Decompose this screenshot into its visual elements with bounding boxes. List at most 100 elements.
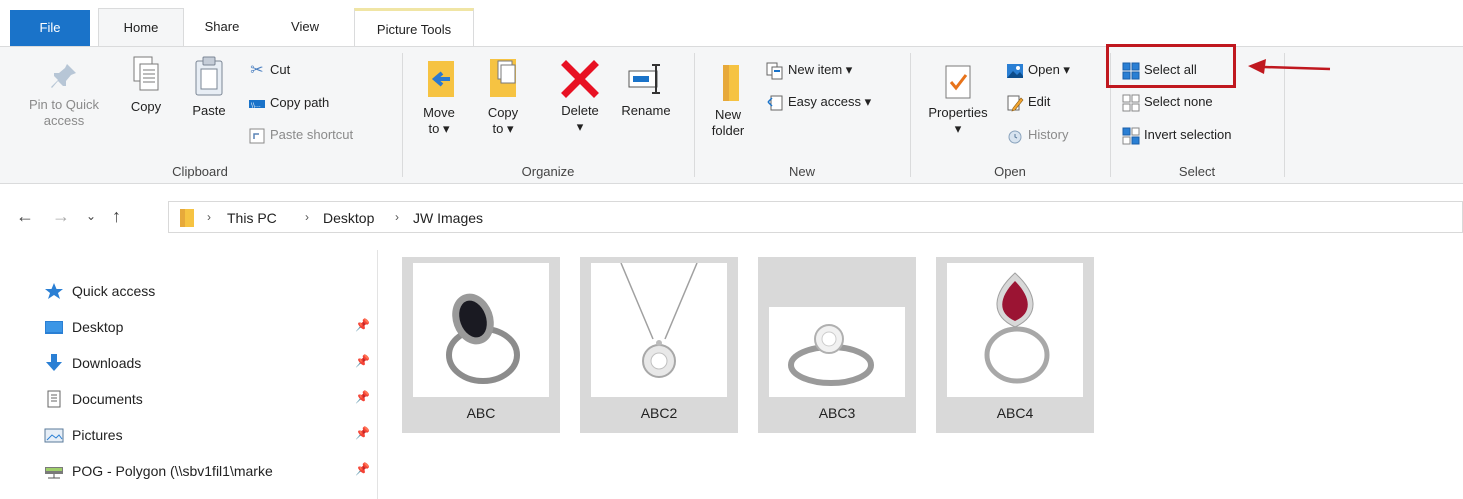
open-label: Open ▾ <box>1028 62 1070 77</box>
history-clock-icon <box>1008 130 1022 144</box>
clipboard-group: Pin to Quick access Copy Paste ✂Cut \\. <box>0 47 400 183</box>
pinned-icon[interactable]: 📌 <box>355 462 370 476</box>
paste-shortcut-button[interactable]: Paste shortcut <box>248 124 353 146</box>
new-group: New folder New item ▾ Easy access ▾ New <box>696 47 908 183</box>
breadcrumb-desktop[interactable]: Desktop <box>323 210 374 226</box>
tab-home[interactable]: Home <box>98 8 184 47</box>
edit-label: Edit <box>1028 94 1051 109</box>
move-to-button[interactable]: Move to ▾ <box>414 57 464 137</box>
edit-button[interactable]: Edit <box>1006 91 1050 113</box>
rename-icon <box>628 64 660 94</box>
copy-to-icon <box>490 59 516 97</box>
easy-access-button[interactable]: Easy access ▾ <box>766 91 871 113</box>
new-folder-label-2: folder <box>711 123 745 138</box>
group-divider <box>694 53 695 177</box>
file-tile[interactable]: ABC <box>402 257 560 433</box>
pinned-icon[interactable]: 📌 <box>355 426 370 440</box>
open-button[interactable]: Open ▾ <box>1006 59 1070 81</box>
sidebar-item-label: Desktop <box>72 319 124 335</box>
navigation-bar: ← → ⌄ ↑ › This PC › Desktop › JW Images <box>0 196 1463 236</box>
new-folder-icon <box>723 65 739 101</box>
annotation-arrow-icon <box>1248 59 1331 74</box>
thumbnail-image <box>769 307 905 397</box>
breadcrumb-separator-icon: › <box>395 210 399 224</box>
select-none-button[interactable]: Select none <box>1122 91 1213 113</box>
copy-button[interactable]: Copy <box>124 55 168 115</box>
tab-view[interactable]: View <box>268 8 342 46</box>
breadcrumb-this-pc[interactable]: This PC <box>227 210 277 226</box>
copy-to-label-1: Copy <box>487 105 519 120</box>
file-tile[interactable]: ABC4 <box>936 257 1094 433</box>
pinned-icon[interactable]: 📌 <box>355 390 370 404</box>
rename-button[interactable]: Rename <box>614 59 678 119</box>
file-tile[interactable]: ABC2 <box>580 257 738 433</box>
move-to-label-1: Move <box>423 105 455 120</box>
address-bar[interactable]: › This PC › Desktop › JW Images <box>168 201 1463 233</box>
copy-label: Copy <box>130 99 162 114</box>
move-to-label-2: to ▾ <box>428 121 450 136</box>
pinned-icon[interactable]: 📌 <box>355 354 370 368</box>
delete-x-icon <box>561 60 599 98</box>
open-group-label: Open <box>994 164 1026 179</box>
tab-share[interactable]: Share <box>188 8 256 46</box>
ring-diamond-icon <box>788 324 874 386</box>
navigation-pane: Quick access Desktop Downloads Documents… <box>0 250 378 499</box>
copy-path-icon: \\... <box>249 99 265 109</box>
tab-picture-tools[interactable]: Picture Tools <box>354 8 474 46</box>
new-group-label: New <box>788 164 815 179</box>
sidebar-item-label: Pictures <box>72 427 123 443</box>
breadcrumb-jw-images[interactable]: JW Images <box>413 210 483 226</box>
up-arrow-icon[interactable]: ↑ <box>112 206 121 226</box>
thumbnail-image <box>947 263 1083 397</box>
new-folder-button[interactable]: New folder <box>702 61 754 139</box>
history-button[interactable]: History <box>1006 124 1068 146</box>
new-item-button[interactable]: New item ▾ <box>766 59 852 81</box>
properties-checkmark-icon <box>945 65 971 99</box>
pin-icon <box>51 64 76 88</box>
breadcrumb-separator-icon: › <box>305 210 309 224</box>
invert-selection-icon <box>1122 127 1140 145</box>
copy-path-button[interactable]: \\... Copy path <box>248 92 329 114</box>
tab-file[interactable]: File <box>10 10 90 46</box>
ring-black-gem-icon <box>446 293 520 384</box>
paste-shortcut-icon <box>249 128 265 144</box>
desktop-icon <box>45 321 63 334</box>
back-arrow-icon[interactable]: ← <box>16 206 34 226</box>
delete-button[interactable]: Delete ▾ <box>552 59 608 135</box>
forward-arrow-icon[interactable]: → <box>52 206 70 226</box>
paste-icon <box>195 56 223 96</box>
svg-text:\\...: \\... <box>251 102 261 109</box>
invert-selection-label: Invert selection <box>1144 127 1232 142</box>
file-name: ABC4 <box>996 405 1034 421</box>
copy-to-label-2: to ▾ <box>492 121 514 136</box>
copy-icon <box>133 56 159 91</box>
properties-button[interactable]: Properties ▾ <box>916 63 1000 137</box>
select-none-icon <box>1122 94 1140 112</box>
file-tile[interactable]: ABC3 <box>758 257 916 433</box>
delete-dropdown-arrow: ▾ <box>576 119 584 134</box>
recent-locations-chevron-icon[interactable]: ⌄ <box>86 206 96 226</box>
ribbon-tabs: File Home Share View Picture Tools <box>0 0 1463 47</box>
easy-access-icon <box>767 95 783 111</box>
select-group-label: Select <box>1178 164 1216 179</box>
pin-to-quick-access-button[interactable]: Pin to Quick access <box>14 59 114 129</box>
star-icon <box>45 283 63 299</box>
paste-button[interactable]: Paste <box>183 55 235 119</box>
folder-icon <box>180 209 194 227</box>
pinned-icon[interactable]: 📌 <box>355 318 370 332</box>
breadcrumb-separator-icon: › <box>207 210 211 224</box>
file-name: ABC3 <box>818 405 856 421</box>
copy-to-button[interactable]: Copy to ▾ <box>480 55 526 137</box>
properties-label: Properties <box>928 105 988 120</box>
clipboard-group-label: Clipboard <box>172 164 228 179</box>
new-folder-label-1: New <box>714 107 741 122</box>
select-all-highlight-box <box>1106 44 1236 88</box>
move-to-icon <box>428 61 454 97</box>
sidebar-item-label: Documents <box>72 391 143 407</box>
paste-shortcut-label: Paste shortcut <box>270 127 354 142</box>
invert-selection-button[interactable]: Invert selection <box>1122 124 1231 146</box>
thumbnail-image <box>591 262 727 397</box>
cut-button[interactable]: ✂ Cut <box>248 59 290 81</box>
select-none-label: Select none <box>1144 94 1213 109</box>
pin-label-2: access <box>43 113 85 128</box>
